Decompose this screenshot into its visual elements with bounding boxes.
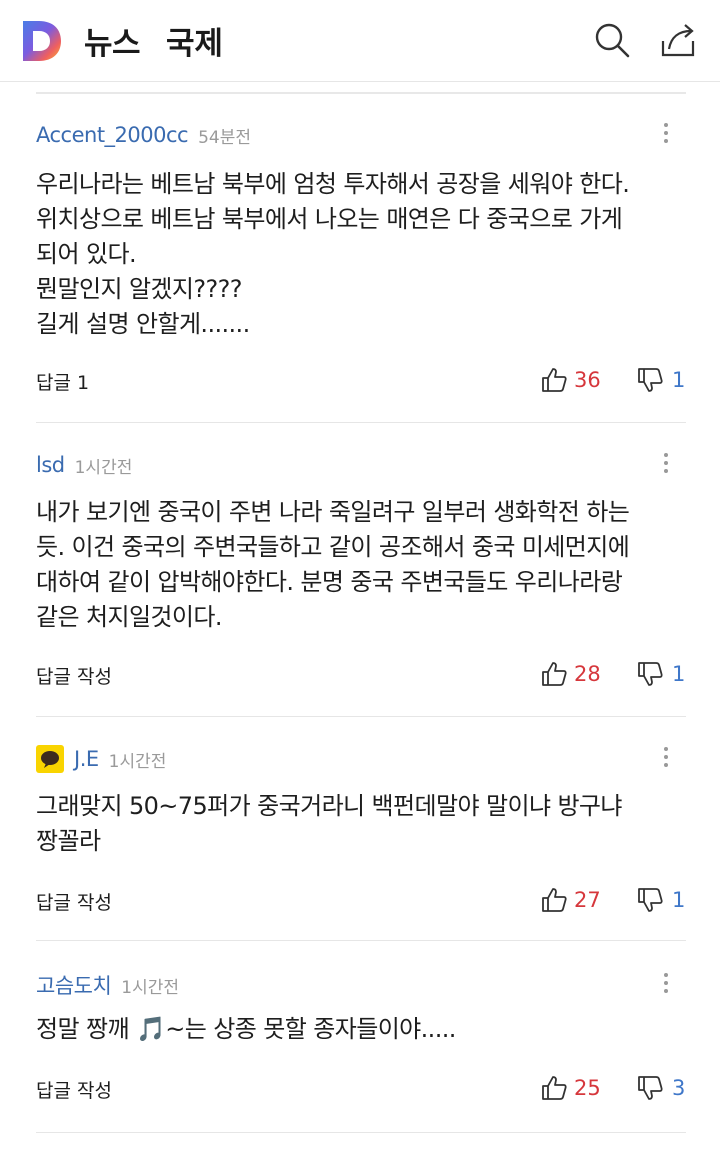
comment-line: 위치상으로 베트남 북부에서 나오는 매연은 다 중국으로 가게 — [36, 205, 623, 233]
daum-logo[interactable] — [19, 19, 63, 63]
share-icon — [661, 24, 695, 57]
comment-time: 1시간전 — [108, 751, 167, 772]
reply-button[interactable]: 답글 작성 — [36, 1076, 112, 1103]
thumbs-down-icon — [638, 368, 663, 392]
comment-line: 뭔말인지 알겠지???? — [36, 275, 243, 303]
comment-time: 54분전 — [198, 127, 252, 148]
comment-header: 고슴도치 1시간전 — [36, 970, 179, 1000]
thumbs-up-icon — [542, 662, 567, 686]
dislike-button[interactable]: 1 — [636, 366, 685, 394]
comment-author[interactable]: lsd — [36, 453, 65, 477]
search-button[interactable] — [592, 20, 632, 60]
comment-footer: 답글 작성 27 1 — [36, 886, 686, 916]
comment-line: 대하여 같이 압박해야한다. 분명 중국 주변국들도 우리나라랑 — [36, 568, 623, 596]
divider — [36, 422, 686, 423]
more-options-icon[interactable] — [656, 968, 676, 998]
reply-button[interactable]: 답글 작성 — [36, 888, 112, 915]
share-button[interactable] — [658, 20, 698, 60]
comment-line: 짱꼴라 — [36, 827, 101, 855]
comment-text: 정말 짱깨 🎵~는 상종 못할 종자들이야..... — [36, 1012, 676, 1047]
section-title[interactable]: 국제 — [166, 18, 223, 63]
comment-line: 내가 보기엔 중국이 주변 나라 죽일려구 일부러 생화학전 하는 — [36, 498, 630, 526]
like-button[interactable]: 25 — [540, 1074, 601, 1102]
like-button[interactable]: 36 — [540, 366, 601, 394]
dislike-button[interactable]: 1 — [636, 660, 685, 688]
dislike-count: 1 — [672, 888, 686, 912]
thumbs-down-icon — [638, 1076, 663, 1100]
comment-footer: 답글 작성 28 1 — [36, 660, 686, 690]
more-options-icon[interactable] — [656, 118, 676, 148]
comment-line: 우리나라는 베트남 북부에 엄청 투자해서 공장을 세워야 한다. — [36, 170, 630, 198]
app-title[interactable]: 뉴스 — [84, 18, 141, 63]
reply-button[interactable]: 답글 작성 — [36, 662, 112, 689]
dislike-count: 1 — [672, 662, 686, 686]
thumbs-up-icon — [542, 1076, 567, 1100]
reply-button[interactable]: 답글 1 — [36, 368, 89, 395]
search-icon — [595, 23, 630, 58]
thumbs-up-icon — [542, 368, 567, 392]
comment-line: 정말 짱깨 🎵~는 상종 못할 종자들이야..... — [36, 1015, 456, 1043]
comment-line: 되어 있다. — [36, 240, 137, 268]
comment-author[interactable]: 고슴도치 — [36, 970, 112, 1000]
app-header: 뉴스 국제 — [0, 0, 720, 82]
dislike-button[interactable]: 1 — [636, 886, 685, 914]
thumbs-up-icon — [542, 888, 567, 912]
comment-text: 그래맞지 50~75퍼가 중국거라니 백펀데말야 말이냐 방구냐 짱꼴라 — [36, 789, 676, 859]
comment-line: 듯. 이건 중국의 주변국들하고 같이 공조해서 중국 미세먼지에 — [36, 533, 630, 561]
comment-time: 1시간전 — [121, 977, 180, 998]
comment-footer: 답글 1 36 1 — [36, 366, 686, 396]
dislike-count: 3 — [672, 1076, 686, 1100]
comment-line: 같은 처지일것이다. — [36, 603, 223, 631]
divider — [36, 1132, 686, 1133]
like-button[interactable]: 28 — [540, 660, 601, 688]
divider — [36, 716, 686, 717]
comment-line: 길게 설명 안할게....... — [36, 310, 250, 338]
comment-author[interactable]: J.E — [74, 747, 99, 771]
comment-text: 내가 보기엔 중국이 주변 나라 죽일려구 일부러 생화학전 하는 듯. 이건 … — [36, 495, 676, 635]
divider — [36, 940, 686, 941]
comment-line: 그래맞지 50~75퍼가 중국거라니 백펀데말야 말이냐 방구냐 — [36, 792, 623, 820]
comment-header: Accent_2000cc 54분전 — [36, 120, 251, 150]
thumbs-down-icon — [638, 662, 663, 686]
dislike-count: 1 — [672, 368, 686, 392]
comment-author[interactable]: Accent_2000cc — [36, 123, 189, 147]
more-options-icon[interactable] — [656, 448, 676, 478]
comment-time: 1시간전 — [74, 457, 133, 478]
dislike-button[interactable]: 3 — [636, 1074, 685, 1102]
divider — [36, 92, 686, 94]
like-button[interactable]: 27 — [540, 886, 601, 914]
comment-text: 우리나라는 베트남 북부에 엄청 투자해서 공장을 세워야 한다. 위치상으로 … — [36, 167, 676, 342]
more-options-icon[interactable] — [656, 742, 676, 772]
comment-header: lsd 1시간전 — [36, 450, 132, 480]
comment-footer: 답글 작성 25 3 — [36, 1074, 686, 1104]
like-count: 28 — [574, 662, 601, 686]
like-count: 27 — [574, 888, 601, 912]
like-count: 36 — [574, 368, 601, 392]
thumbs-down-icon — [638, 888, 663, 912]
comment-header: J.E 1시간전 — [36, 744, 166, 774]
like-count: 25 — [574, 1076, 601, 1100]
avatar[interactable] — [36, 745, 64, 773]
